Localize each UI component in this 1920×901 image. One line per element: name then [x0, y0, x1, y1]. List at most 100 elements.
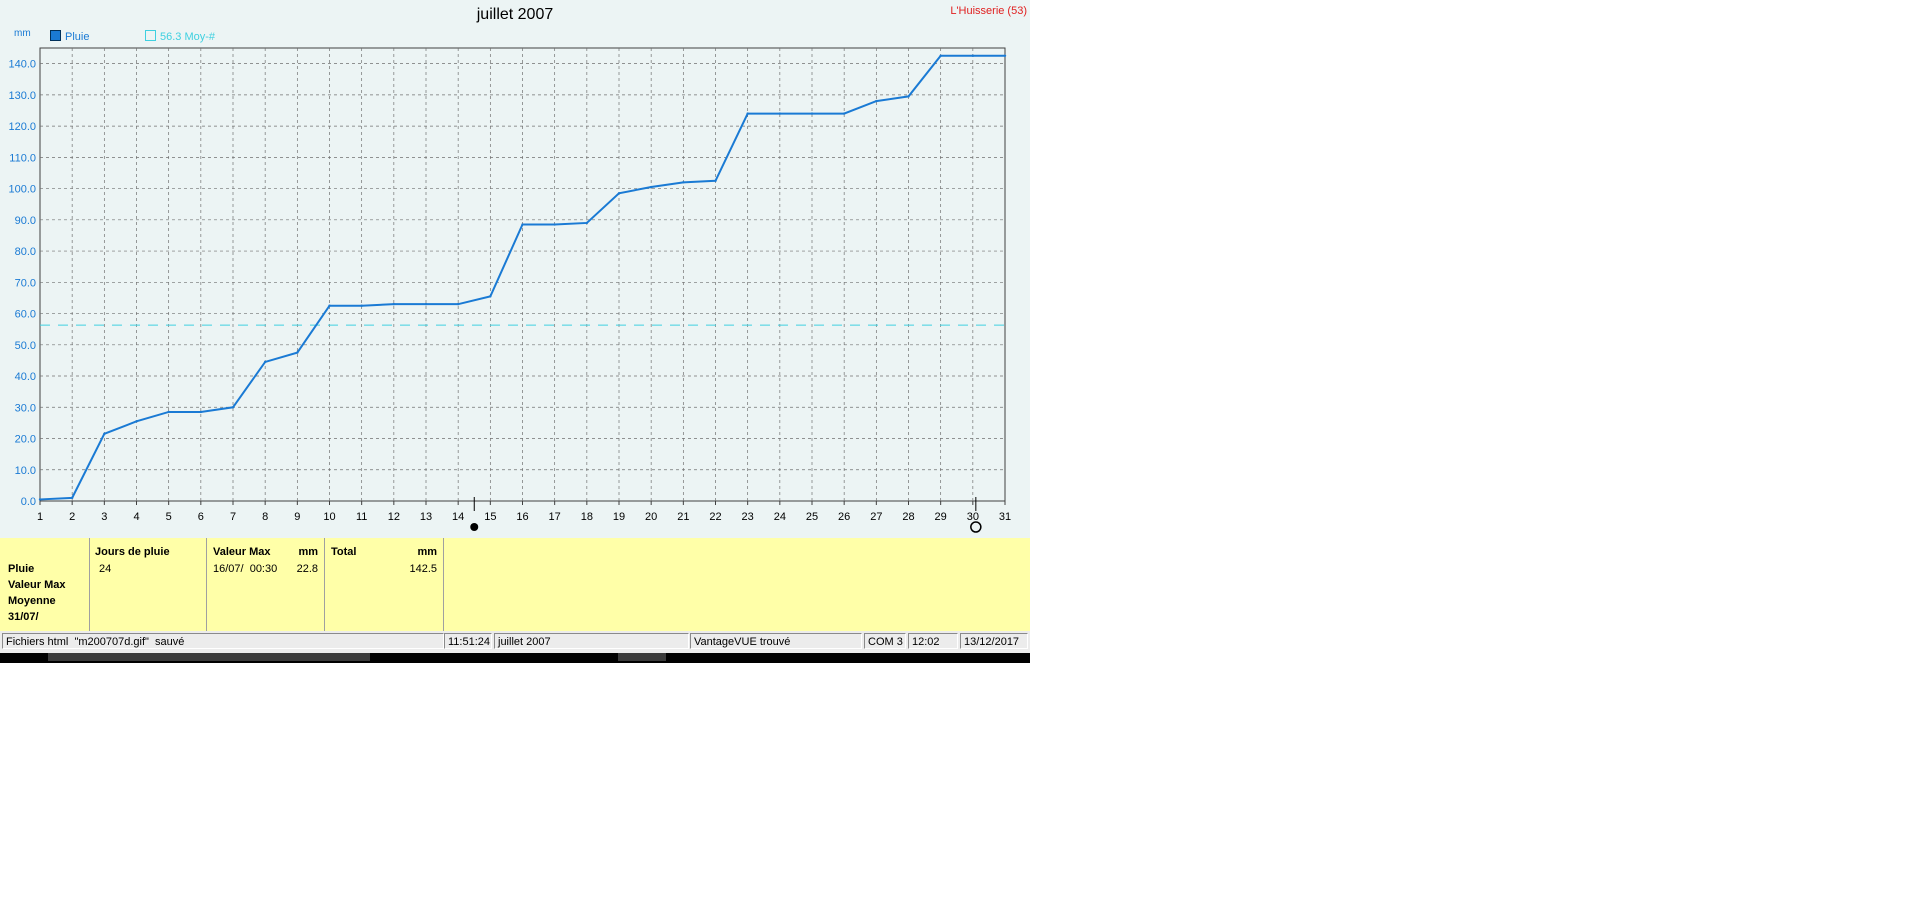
max-value-header: Valeur Max: [213, 546, 271, 558]
y-tick-label: 120.0: [8, 121, 36, 133]
rain-data-point: [424, 302, 428, 306]
y-tick-label: 30.0: [15, 402, 36, 414]
chart-panel: 1 2 3 4 5 6 7 8 9 10 11 12 13 14 15 16 17 18 19 20 21 22 23 24 2…: [0, 0, 1030, 538]
status-time: 11:51:24: [444, 633, 492, 649]
rain-data-point: [328, 304, 331, 307]
legend-average-swatch-icon: [145, 30, 156, 41]
rain-data-point: [778, 112, 782, 115]
new-moon-icon: [470, 523, 479, 531]
rain-data-point: [70, 496, 74, 500]
status-clock: 12:02: [908, 633, 958, 649]
y-tick-label: 80.0: [15, 246, 36, 258]
legend-rain-swatch-icon: [50, 30, 61, 41]
x-tick-label: 6: [198, 511, 204, 523]
legend-average[interactable]: 56.3 Moy-#: [145, 30, 215, 43]
rain-days-header: Jours de pluie: [95, 546, 170, 558]
rain-data-point: [907, 95, 910, 98]
summary-total: Total mm 142.5: [325, 538, 444, 631]
y-tick-label: 90.0: [15, 215, 36, 227]
rain-data-point: [842, 112, 846, 115]
rain-data-point: [714, 179, 717, 182]
x-tick-label: 16: [516, 511, 528, 523]
x-tick-label: 5: [166, 511, 172, 523]
status-date: 13/12/2017: [960, 633, 1028, 649]
status-port: COM 3: [864, 633, 906, 649]
y-tick-label: 60.0: [15, 309, 36, 321]
status-device: VantageVUE trouvé: [690, 633, 862, 649]
status-message: Fichiers html "m200707d.gif" sauvé: [2, 633, 444, 649]
summary-row-labels: Pluie Valeur Max Moyenne 31/07/: [0, 538, 90, 631]
x-tick-label: 4: [133, 511, 139, 523]
legend-rain-label: Pluie: [65, 31, 90, 43]
application-window: 1 2 3 4 5 6 7 8 9 10 11 12 13 14 15 16 17 18 19 20 21 22 23 24 2…: [0, 0, 1030, 663]
chart-title: juillet 2007: [476, 6, 554, 23]
rain-data-point: [392, 302, 396, 306]
y-tick-label: 0.0: [21, 496, 36, 508]
x-tick-label: 12: [388, 511, 400, 523]
x-tick-label: 2: [69, 511, 75, 523]
y-axis-unit: mm: [14, 28, 31, 39]
summary-max-value: Valeur Max mm 16/07/ 00:30 22.8: [207, 538, 325, 631]
total-header: Total: [331, 546, 357, 558]
x-tick-label: 30: [967, 511, 979, 523]
rain-data-point: [682, 181, 685, 184]
rain-data-point: [103, 432, 106, 436]
y-tick-label: 50.0: [15, 340, 36, 352]
x-tick-label: 19: [613, 511, 625, 523]
x-tick-label: 17: [549, 511, 561, 523]
rain-data-point: [38, 498, 42, 501]
x-tick-label: 15: [484, 511, 496, 523]
rain-data-point: [649, 185, 653, 189]
rain-data-point: [810, 112, 814, 115]
rain-data-point: [617, 192, 621, 195]
y-tick-label: 10.0: [15, 465, 36, 477]
rain-data-point: [489, 295, 492, 298]
rain-data-point: [135, 420, 138, 423]
row-label-moyenne: Moyenne: [8, 595, 56, 607]
rain-data-point: [875, 99, 878, 103]
rain-data-point: [1003, 54, 1007, 58]
rain-data-point: [585, 221, 589, 225]
rain-days-value: 24: [99, 563, 112, 575]
legend-average-label: 56.3 Moy-#: [160, 31, 216, 43]
rain-data-point: [167, 410, 170, 414]
rain-chart: 1 2 3 4 5 6 7 8 9 10 11 12 13 14 15 16 17 18 19 20 21 22 23 24 2…: [8, 47, 1011, 533]
x-tick-label: 22: [709, 511, 721, 523]
rain-data-point: [456, 302, 460, 306]
y-tick-label: 20.0: [15, 434, 36, 446]
max-value-date: 16/07/ 00:30: [213, 563, 278, 575]
rain-data-point: [296, 351, 299, 354]
summary-panel: Pluie Valeur Max Moyenne 31/07/ Jours de…: [0, 538, 1030, 631]
x-tick-label: 9: [294, 511, 300, 523]
taskbar-button[interactable]: [618, 653, 666, 661]
x-tick-label: 24: [774, 511, 786, 523]
x-tick-label: 3: [101, 511, 107, 523]
x-tick-label: 23: [742, 511, 754, 523]
x-tick-label: 11: [356, 511, 367, 523]
rain-data-point: [971, 54, 975, 58]
max-value-unit: mm: [298, 546, 318, 558]
x-tick-label: 27: [870, 511, 882, 523]
y-tick-label: 130.0: [8, 90, 36, 102]
total-value: 142.5: [409, 563, 437, 575]
x-tick-label: 7: [230, 511, 236, 523]
rain-data-point: [231, 406, 235, 409]
y-tick-label: 140.0: [8, 59, 36, 71]
x-tick-label: 31: [999, 511, 1011, 523]
row-label-valeur-max: Valeur Max: [8, 579, 66, 591]
rain-data-point: [199, 410, 203, 414]
rain-data-point: [553, 223, 556, 226]
max-value-amount: 22.8: [296, 563, 318, 575]
station-name: L'Huisserie (53): [950, 5, 1027, 17]
legend-rain[interactable]: Pluie: [50, 30, 89, 43]
summary-rain-days: Jours de pluie 24: [89, 538, 207, 631]
status-bar: Fichiers html "m200707d.gif" sauvé 11:51…: [0, 631, 1030, 653]
x-tick-label: 14: [452, 511, 464, 523]
taskbar-button[interactable]: [48, 653, 370, 661]
rain-data-point: [746, 112, 749, 115]
rain-data-point: [939, 54, 942, 58]
x-tick-label: 21: [677, 511, 689, 523]
x-tick-label: 13: [420, 511, 432, 523]
x-tick-label: 26: [838, 511, 850, 523]
taskbar: [0, 653, 1030, 663]
